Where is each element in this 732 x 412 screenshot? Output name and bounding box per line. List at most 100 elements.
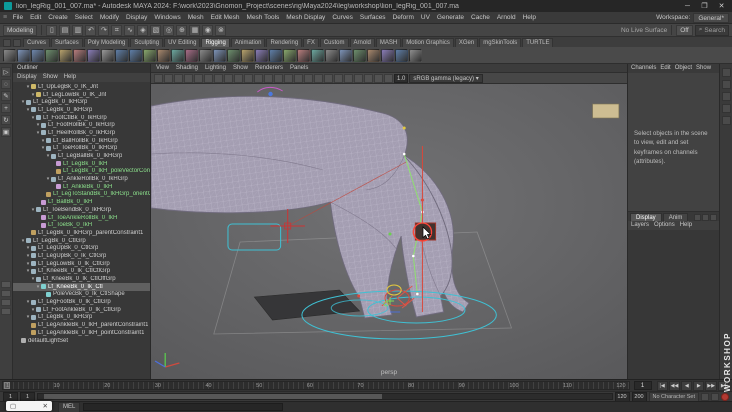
outliner-item[interactable]: ▾ Lf_FootRollBk_0_IkHGrp (13, 121, 150, 129)
viewport-3d-scene[interactable] (151, 84, 627, 379)
move-tool-icon[interactable]: + (1, 103, 11, 113)
render-current-frame-icon[interactable]: ◉ (202, 24, 214, 36)
outliner-item[interactable]: ▾ Lf_KneeBk_0_Ik_CtlOffGrp (13, 275, 150, 283)
outliner-item[interactable]: ▾ Lf_KneeBk_0_Ik_CtlCtlGrp (13, 268, 150, 276)
symmetry-dropdown[interactable]: Off (676, 24, 693, 36)
textured-mode-icon[interactable] (324, 73, 333, 83)
shelf-tab-animation[interactable]: Animation (230, 38, 266, 47)
outliner-item[interactable]: ▾ Lf_FootAnkleBk_0_Ik_CtlGrp (13, 306, 150, 314)
outliner-item[interactable]: ▾ Lf_AnkleRollBk_0_IkHGrp (13, 175, 150, 183)
bookmarks-icon[interactable] (184, 73, 193, 83)
shelf-tab-turtle[interactable]: TURTLE (522, 38, 554, 47)
layout-split-icon[interactable] (1, 308, 11, 315)
viewport-menu-renderers[interactable]: Renderers (255, 64, 283, 72)
search-input[interactable]: ⌕ Search (694, 24, 729, 36)
outliner-item[interactable]: ▾ Lf_LegLowBk_0_IK_Jnt (13, 91, 150, 99)
camera-attributes-icon[interactable] (174, 73, 183, 83)
menu-uv[interactable]: UV (417, 14, 433, 21)
outliner-item[interactable]: ▾ Lf_UpLegBk_0_IK_Jnt (13, 83, 150, 91)
shelf-tool-icon[interactable] (171, 48, 184, 62)
set-key-icon[interactable] (701, 392, 709, 401)
wireframe-mode-icon[interactable] (304, 73, 313, 83)
shelf-tool-icon[interactable] (17, 48, 30, 62)
menu-edit[interactable]: Edit (27, 14, 45, 21)
shelf-tool-icon[interactable] (115, 48, 128, 62)
shelf-tab-uv-editing[interactable]: UV Editing (164, 38, 201, 47)
viewport-menu-shading[interactable]: Shading (176, 64, 198, 72)
shelf-tab-mgskintools[interactable]: mgSkinTools (479, 38, 522, 47)
playback-end-field[interactable]: 120 (614, 391, 630, 402)
shelf-tool-icon[interactable] (73, 48, 86, 62)
layer-editor-menu-options[interactable]: Options (654, 221, 675, 230)
rotate-tool-icon[interactable]: ↻ (1, 115, 11, 125)
shelf-tool-icon[interactable] (409, 48, 422, 62)
outliner-item[interactable]: Lf_LegAnkleBk_0_IkH_parentConstraint1 (13, 321, 150, 329)
shelf-tab-rendering[interactable]: Rendering (266, 38, 303, 47)
outliner-item[interactable]: Lf_LegAnkleBk_0_IkH_pointConstraint1 (13, 329, 150, 337)
shelf-tab-curves[interactable]: Curves (23, 38, 51, 47)
ao-icon[interactable] (354, 73, 363, 83)
go-to-end-button[interactable]: ▶| (718, 380, 729, 391)
menu-curves[interactable]: Curves (329, 14, 357, 21)
view-transform-dropdown[interactable]: sRGB gamma (legacy) ▾ (409, 73, 483, 83)
menu-surfaces[interactable]: Surfaces (356, 14, 389, 21)
image-plane-icon[interactable] (194, 73, 203, 83)
command-language-toggle[interactable]: MEL (58, 401, 81, 412)
outliner-menu-display[interactable]: Display (17, 73, 37, 82)
shelf-tool-icon[interactable] (101, 48, 114, 62)
menu-help[interactable]: Help (519, 14, 539, 21)
exposure-field[interactable]: 1.0 (394, 73, 409, 83)
render-view-icon[interactable]: ▦ (189, 24, 201, 36)
safe-action-icon[interactable] (284, 73, 293, 83)
command-line-input[interactable] (83, 403, 284, 411)
shelf-tool-icon[interactable] (227, 48, 240, 62)
outliner-item[interactable]: Lf_LegBk_0_IkH_poleVectorConstraint1 (13, 168, 150, 176)
outliner-item[interactable]: ▾ Lf_BallRollBk_0_IkHGrp (13, 137, 150, 145)
outliner-item[interactable]: Lf_LegToStandBk_0_IkHGrp_orientCon (13, 191, 150, 199)
shelf-tool-icon[interactable] (339, 48, 352, 62)
paint-select-tool-icon[interactable]: ✎ (1, 91, 11, 101)
grid-toggle-icon[interactable] (234, 73, 243, 83)
shelf-tool-icon[interactable] (269, 48, 282, 62)
go-to-start-button[interactable]: |◀ (656, 380, 668, 391)
outliner-item[interactable]: Lf_AnkleBk_0_IkH (13, 183, 150, 191)
outliner-item[interactable]: ▾ Lf_LegBk_0_IkHGrp (13, 98, 150, 106)
layer-list[interactable] (628, 230, 719, 379)
outliner-item[interactable]: ▾ Lf_ToeBendBk_0_IkHGrp (13, 206, 150, 214)
layer-editor-tab-display[interactable]: Display (630, 213, 662, 221)
menu-set-dropdown[interactable]: Modeling (3, 24, 38, 36)
outliner-item[interactable]: Lf_ToeBk_0_IkH (13, 221, 150, 229)
auto-key-toggle-icon[interactable] (721, 392, 729, 401)
workspace-dropdown[interactable]: General* (693, 12, 729, 23)
shelf-tab-poly-modeling[interactable]: Poly Modeling (83, 38, 130, 47)
shelf-tab-custom[interactable]: Custom (319, 38, 349, 47)
playback-options-icon[interactable] (711, 392, 719, 401)
undo-icon[interactable]: ↶ (85, 24, 97, 36)
outliner-item[interactable]: ▾ Lf_FootCtlBk_0_IkHGrp (13, 114, 150, 122)
attribute-editor-toggle-icon[interactable] (721, 80, 731, 89)
character-controls-icon[interactable] (721, 116, 731, 125)
outliner-item[interactable]: ▾ Lf_LegBk_0_IkHGrp (13, 106, 150, 114)
shelf-tool-icon[interactable] (143, 48, 156, 62)
menu-modify[interactable]: Modify (96, 14, 122, 21)
outliner-item[interactable]: Lf_LegBk_0_IkH (13, 160, 150, 168)
channel-box-menu-object[interactable]: Object (675, 64, 692, 73)
outliner-item[interactable]: ▾ Lf_LegBk_0_IkHGrp (13, 314, 150, 322)
outliner-item[interactable]: Lf_ToeAnkleRollBk_0_IkH (13, 214, 150, 222)
make-live-icon[interactable]: ◎ (163, 24, 175, 36)
shelf-tab-arnold[interactable]: Arnold (349, 38, 375, 47)
viewport-menu-view[interactable]: View (156, 64, 169, 72)
shelf-tool-icon[interactable] (185, 48, 198, 62)
menu-edit-mesh[interactable]: Edit Mesh (207, 14, 243, 21)
shelf-tab-sculpting[interactable]: Sculpting (130, 38, 164, 47)
shelf-tab-xgen[interactable]: XGen (454, 38, 479, 47)
outliner-item[interactable]: ▾ Lf_LegUpBk_0_CtlGrp (13, 244, 150, 252)
overscan-icon[interactable] (214, 73, 223, 83)
shelf-tool-icon[interactable] (45, 48, 58, 62)
shelf-tool-icon[interactable] (59, 48, 72, 62)
snap-to-point-icon[interactable]: ◈ (137, 24, 149, 36)
film-gate-icon[interactable] (244, 73, 253, 83)
shelf-tool-icon[interactable] (3, 48, 16, 62)
shelf-tab-mash[interactable]: MASH (375, 38, 402, 47)
resolution-gate-icon[interactable] (254, 73, 263, 83)
